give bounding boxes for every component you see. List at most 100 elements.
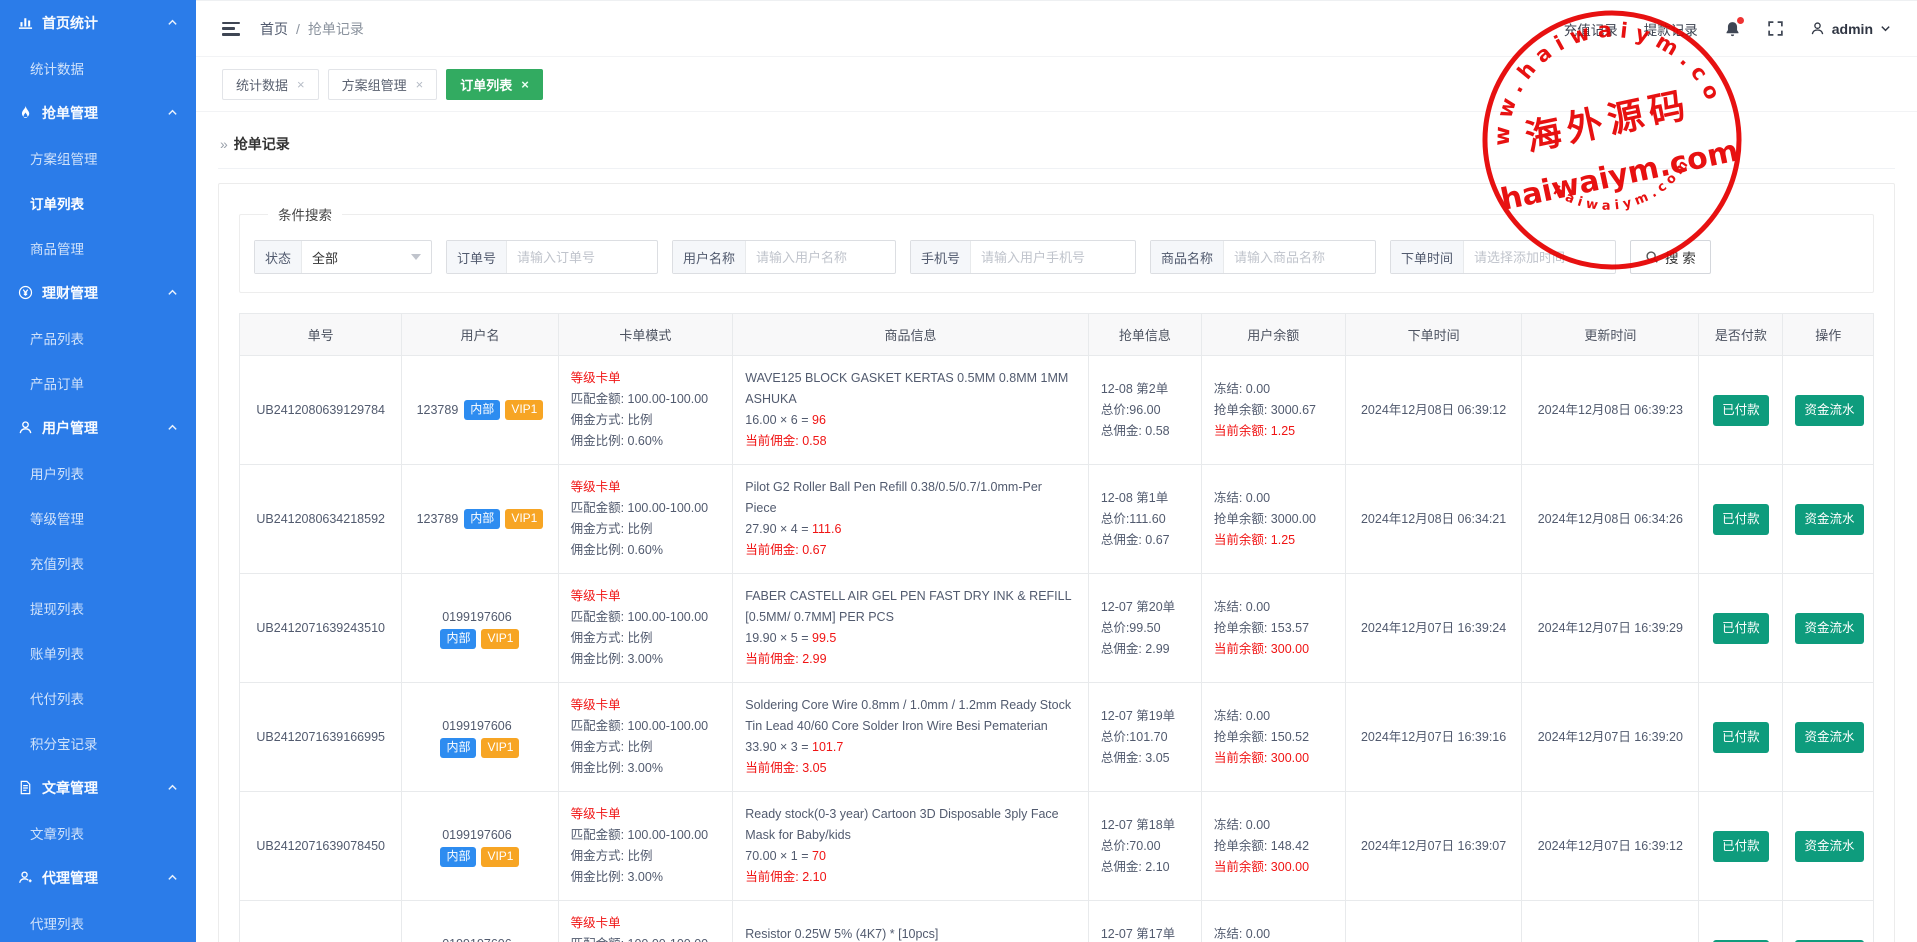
tab-1[interactable]: 方案组管理× <box>328 69 438 100</box>
sidebar-item[interactable]: 商品管理 <box>0 225 196 270</box>
paid-status-badge[interactable]: 已付款 <box>1713 613 1769 644</box>
sidebar-item[interactable]: 代付列表 <box>0 675 196 720</box>
sidebar-item[interactable]: 充值列表 <box>0 540 196 585</box>
grab-commission: 总佣金: 0.58 <box>1101 421 1189 442</box>
sidebar-section-fire[interactable]: 抢单管理 <box>0 90 196 135</box>
frozen-balance: 冻结: 0.00 <box>1214 706 1333 727</box>
order-time-input[interactable] <box>1464 241 1615 273</box>
tab-0[interactable]: 统计数据× <box>222 69 319 100</box>
sidebar-item[interactable]: 提现列表 <box>0 585 196 630</box>
paid-status-badge[interactable]: 已付款 <box>1713 831 1769 862</box>
topbar-left: 首页 / 抢单记录 <box>222 19 364 39</box>
status-filter: 状态 全部 <box>254 240 432 274</box>
search-icon <box>1645 250 1659 264</box>
cell-balance: 冻结: 0.00抢单余额: 3000.00当前余额: 1.25 <box>1201 465 1345 574</box>
grab-seq: 12-07 第19单 <box>1101 706 1189 727</box>
sidebar-section-label: 用户管理 <box>42 418 167 438</box>
formula-result: 70 <box>812 849 826 863</box>
internal-badge: 内部 <box>464 509 500 529</box>
withdraw-records-link[interactable]: 提款记录 <box>1644 19 1698 39</box>
sidebar-item[interactable]: 代理列表 <box>0 900 196 942</box>
menu-toggle-icon[interactable] <box>222 22 240 36</box>
tab-close-icon[interactable]: × <box>416 78 424 91</box>
status-select-value: 全部 <box>312 248 338 267</box>
fund-flow-button[interactable]: 资金流水 <box>1795 613 1863 644</box>
sidebar-item[interactable]: 用户列表 <box>0 450 196 495</box>
sidebar-section-user[interactable]: 用户管理 <box>0 405 196 450</box>
sidebar-item[interactable]: 产品列表 <box>0 315 196 360</box>
cell-grab-info: 12-07 第17单总价:100.00总佣金: 3.00 <box>1088 901 1201 942</box>
cell-paid-status: 已付款 <box>1699 683 1783 792</box>
product-name-input[interactable] <box>1224 241 1375 273</box>
fund-flow-button[interactable]: 资金流水 <box>1795 395 1863 426</box>
sidebar-item[interactable]: 产品订单 <box>0 360 196 405</box>
sidebar-item[interactable]: 文章列表 <box>0 810 196 855</box>
paid-status-badge[interactable]: 已付款 <box>1713 722 1769 753</box>
phone-filter: 手机号 <box>910 240 1136 274</box>
chart-icon <box>18 15 33 30</box>
sidebar-item[interactable]: 订单列表 <box>0 180 196 225</box>
cell-balance: 冻结: 0.00抢单余额: 145.42当前余额: 300.00 <box>1201 901 1345 942</box>
column-header: 下单时间 <box>1345 314 1522 356</box>
update-time: 2024年12月07日 16:39:20 <box>1538 730 1683 744</box>
cell-grab-info: 12-07 第19单总价:101.70总佣金: 3.05 <box>1088 683 1201 792</box>
recharge-records-link[interactable]: 充值记录 <box>1564 19 1618 39</box>
product-formula: 70.00 × 1 = 70 <box>745 846 1076 867</box>
grab-total: 总价:101.70 <box>1101 727 1189 748</box>
cell-grab-info: 12-08 第2单总价:96.00总佣金: 0.58 <box>1088 356 1201 465</box>
tab-close-icon[interactable]: × <box>297 78 305 91</box>
sidebar-item[interactable]: 统计数据 <box>0 45 196 90</box>
sidebar-section-agent[interactable]: 代理管理 <box>0 855 196 900</box>
table-body: UB2412080639129784123789内部VIP1等级卡单匹配金额: … <box>240 356 1874 942</box>
page-title: »抢单记录 <box>218 126 1895 169</box>
fund-flow-button[interactable]: 资金流水 <box>1795 504 1863 535</box>
grab-balance: 抢单余额: 150.52 <box>1214 727 1333 748</box>
search-button[interactable]: 搜 索 <box>1630 240 1711 274</box>
sidebar-item[interactable]: 方案组管理 <box>0 135 196 180</box>
formula-result: 99.5 <box>812 631 836 645</box>
paid-status-badge[interactable]: 已付款 <box>1713 395 1769 426</box>
sidebar-section-chart[interactable]: 首页统计 <box>0 0 196 45</box>
update-time: 2024年12月07日 16:39:12 <box>1538 839 1683 853</box>
order-no-input[interactable] <box>507 241 657 273</box>
paid-status-badge[interactable]: 已付款 <box>1713 504 1769 535</box>
grab-commission: 总佣金: 0.67 <box>1101 530 1189 551</box>
breadcrumb-separator: / <box>296 21 300 37</box>
frozen-balance: 冻结: 0.00 <box>1214 597 1333 618</box>
notification-bell-icon[interactable] <box>1724 20 1741 38</box>
phone-input[interactable] <box>971 241 1135 273</box>
cell-grab-info: 12-07 第18单总价:70.00总佣金: 2.10 <box>1088 792 1201 901</box>
sidebar-item[interactable]: 账单列表 <box>0 630 196 675</box>
sidebar-section-money[interactable]: 理财管理 <box>0 270 196 315</box>
page-content: »抢单记录 条件搜索 状态 全部 订单号 <box>196 112 1917 942</box>
fund-flow-button[interactable]: 资金流水 <box>1795 722 1863 753</box>
card-mode-match: 匹配金额: 100.00-100.00 <box>571 498 721 519</box>
grab-commission: 总佣金: 3.05 <box>1101 748 1189 769</box>
sidebar-item[interactable]: 积分宝记录 <box>0 720 196 765</box>
sidebar-section-doc[interactable]: 文章管理 <box>0 765 196 810</box>
app-root: 首页统计统计数据抢单管理方案组管理订单列表商品管理理财管理产品列表产品订单用户管… <box>0 0 1917 942</box>
internal-badge: 内部 <box>440 738 476 758</box>
fullscreen-icon[interactable] <box>1767 20 1784 37</box>
username-input[interactable] <box>746 241 895 273</box>
fund-flow-button[interactable]: 资金流水 <box>1795 831 1863 862</box>
order-number: UB2412071639166995 <box>256 730 385 744</box>
breadcrumb-home[interactable]: 首页 <box>260 19 288 39</box>
product-formula: 16.00 × 6 = 96 <box>745 410 1076 431</box>
tab-close-icon[interactable]: × <box>521 78 529 91</box>
cell-update-time: 2024年12月08日 06:39:23 <box>1522 356 1699 465</box>
sidebar-section-label: 文章管理 <box>42 778 167 798</box>
order-time: 2024年12月08日 06:34:21 <box>1361 512 1506 526</box>
cell-order-no: UB2412071638598797 <box>240 901 402 942</box>
user-menu[interactable]: admin <box>1810 21 1891 37</box>
card-mode-ratio: 佣金比例: 0.60% <box>571 431 721 452</box>
product-formula: 33.90 × 3 = 101.7 <box>745 737 1076 758</box>
status-select[interactable]: 全部 <box>302 241 431 273</box>
sidebar-item[interactable]: 等级管理 <box>0 495 196 540</box>
grab-balance: 抢单余额: 148.42 <box>1214 836 1333 857</box>
current-balance: 当前余额: 300.00 <box>1214 639 1333 660</box>
cell-action: 资金流水 <box>1783 901 1874 942</box>
tab-active[interactable]: 订单列表× <box>446 69 543 100</box>
cell-product: Resistor 0.25W 5% (4K7) * [10pcs]10.00 ×… <box>733 901 1089 942</box>
cell-paid-status: 已付款 <box>1699 356 1783 465</box>
